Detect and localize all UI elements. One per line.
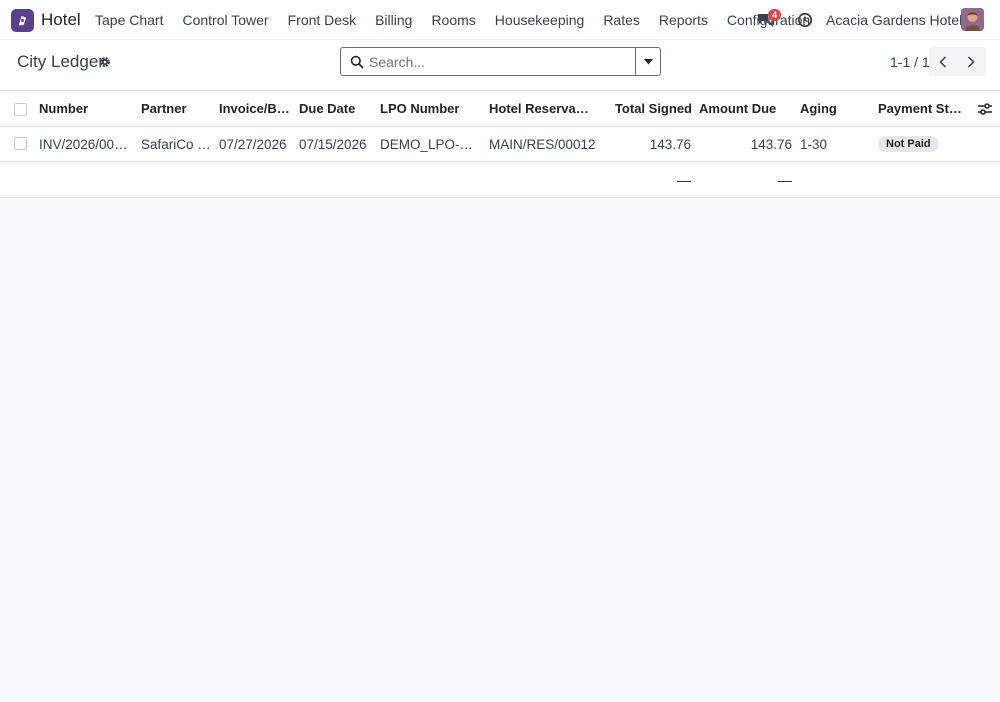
cell-partner: SafariCo Ltd xyxy=(141,136,215,152)
user-avatar[interactable] xyxy=(961,8,984,31)
main-menu: Tape Chart Control Tower Front Desk Bill… xyxy=(95,12,829,28)
top-navbar: Hotel Tape Chart Control Tower Front Des… xyxy=(0,0,1000,40)
row-checkbox[interactable] xyxy=(14,137,27,150)
select-all-checkbox[interactable] xyxy=(14,103,27,116)
pager-value[interactable]: 1-1 / 1 xyxy=(890,54,930,70)
status-badge: Not Paid xyxy=(878,136,939,152)
menu-tape-chart[interactable]: Tape Chart xyxy=(95,12,163,28)
column-header-due-date[interactable]: Due Date xyxy=(299,91,375,126)
chevron-right-icon xyxy=(967,55,975,68)
pager-next-button[interactable] xyxy=(957,47,985,76)
cell-amount-due: 143.76 xyxy=(750,136,792,152)
table-row[interactable]: INV/2026/00001 SafariCo Ltd 07/27/2026 0… xyxy=(0,127,1000,162)
menu-reports[interactable]: Reports xyxy=(659,12,708,28)
menu-control-tower[interactable]: Control Tower xyxy=(182,12,268,28)
footer-amount-due: — xyxy=(778,171,792,188)
caret-down-icon xyxy=(644,58,653,64)
gear-icon[interactable] xyxy=(99,56,111,71)
column-header-number[interactable]: Number xyxy=(39,91,135,126)
cell-total-signed: 143.76 xyxy=(649,136,691,152)
cell-invoice-date: 07/27/2026 xyxy=(219,136,287,152)
table-header: Number Partner Invoice/Bill Date Due Dat… xyxy=(0,90,1000,127)
page-title: City Ledger xyxy=(17,52,104,71)
column-header-partner[interactable]: Partner xyxy=(141,91,213,126)
menu-rooms[interactable]: Rooms xyxy=(431,12,475,28)
column-header-amount-due[interactable]: Amount Due xyxy=(699,91,793,126)
company-switcher[interactable]: Acacia Gardens Hotel xyxy=(826,12,962,28)
search-input[interactable] xyxy=(369,51,629,72)
table-footer: — — xyxy=(0,162,1000,198)
menu-billing[interactable]: Billing xyxy=(375,12,412,28)
cell-hotel-reservation: MAIN/RES/00012 xyxy=(489,136,596,152)
column-header-payment-status[interactable]: Payment Status xyxy=(878,91,968,126)
column-header-invoice-date[interactable]: Invoice/Bill Date xyxy=(219,91,291,126)
chevron-left-icon xyxy=(939,55,947,68)
footer-total-signed: — xyxy=(677,171,691,188)
clock-icon[interactable] xyxy=(797,12,813,31)
menu-front-desk[interactable]: Front Desk xyxy=(288,12,356,28)
column-header-lpo-number[interactable]: LPO Number xyxy=(380,91,484,126)
search-options-toggle[interactable] xyxy=(636,48,661,75)
control-panel: City Ledger 1-1 / 1 xyxy=(0,40,1000,90)
app-logo-icon[interactable] xyxy=(11,9,34,32)
column-header-aging[interactable]: Aging xyxy=(800,91,870,126)
pager-buttons xyxy=(929,47,986,76)
search-box xyxy=(340,47,661,76)
menu-housekeeping[interactable]: Housekeeping xyxy=(495,12,585,28)
column-header-hotel-reservation[interactable]: Hotel Reservation xyxy=(489,91,591,126)
pager-previous-button[interactable] xyxy=(929,47,957,76)
cell-due-date: 07/15/2026 xyxy=(299,136,367,152)
search-icon xyxy=(350,55,364,72)
optional-columns-icon[interactable] xyxy=(978,103,992,118)
chat-count-badge: 4 xyxy=(768,9,782,21)
cell-aging: 1-30 xyxy=(800,136,828,152)
column-header-total-signed[interactable]: Total Signed xyxy=(612,91,692,126)
app-name[interactable]: Hotel xyxy=(41,10,81,30)
menu-rates[interactable]: Rates xyxy=(603,12,640,28)
cell-number: INV/2026/00001 xyxy=(39,136,132,152)
cell-lpo-number: DEMO_LPO-0001 xyxy=(380,136,480,152)
cell-payment-status: Not Paid xyxy=(878,127,978,161)
city-ledger-table: Number Partner Invoice/Bill Date Due Dat… xyxy=(0,90,1000,198)
